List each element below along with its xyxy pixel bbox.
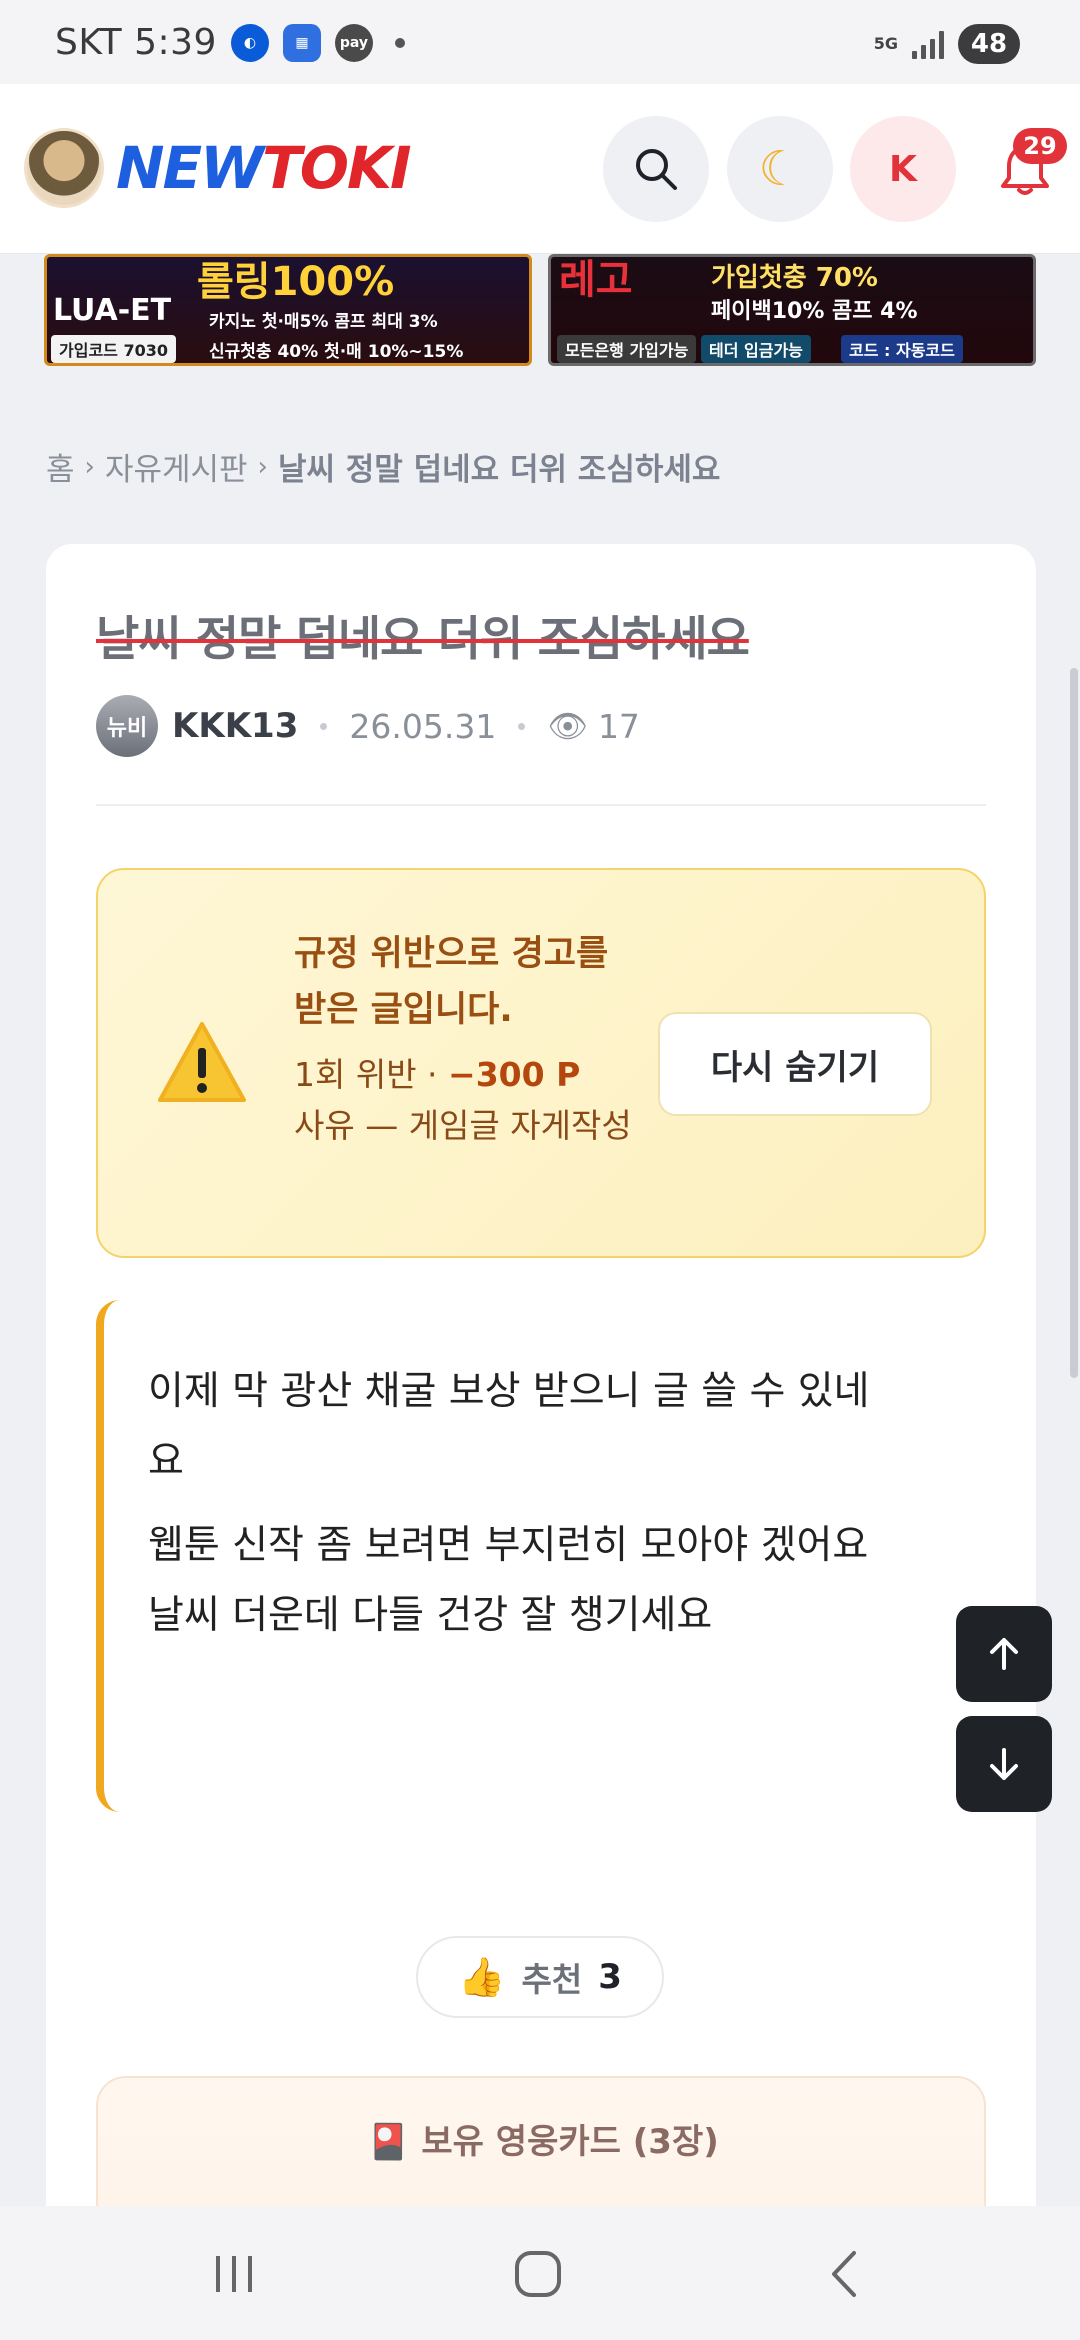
logo-mascot-icon[interactable]	[24, 128, 104, 208]
app-notification-icon: ◐	[230, 23, 269, 62]
notification-badge: 29	[1013, 128, 1067, 164]
arrow-down-icon	[990, 1748, 1018, 1780]
hero-cards-title: 🎴 보유 영웅카드 (3장)	[367, 2122, 719, 2162]
newbie-badge: 뉴비	[96, 695, 158, 757]
recommend-button[interactable]: 👍 추천 3	[416, 1936, 664, 2018]
view-count: 👁 17	[547, 707, 640, 746]
view-count-value: 17	[597, 706, 640, 746]
back-button[interactable]	[816, 2246, 872, 2302]
eye-icon: 👁	[547, 707, 588, 745]
post-title: 날씨 정말 덥네요 더위 조심하세요	[96, 612, 750, 667]
breadcrumb: 홈 › 자유게시판 › 날씨 정말 덥네요 더위 조심하세요	[46, 444, 720, 489]
recent-apps-icon	[216, 2256, 252, 2292]
network-type: 5G	[873, 34, 898, 53]
content-line: 웹툰 신작 좀 보려면 부지런히 모아야 겠어요	[148, 1523, 869, 1568]
violation-reason: 사유 — 게임글 자게작성	[294, 1106, 632, 1145]
scroll-bottom-button[interactable]	[956, 1716, 1052, 1812]
author-name[interactable]: KKK13	[172, 706, 298, 746]
recommend-label: 추천	[521, 1960, 583, 1999]
dark-mode-toggle[interactable]: ☾	[727, 116, 833, 222]
content-line: 날씨 더운데 다들 건강 잘 챙기세요	[148, 1593, 713, 1638]
more-notifications-icon	[394, 37, 405, 48]
site-logo[interactable]: NEWTOKI	[116, 134, 412, 202]
post-card: 날씨 정말 덥네요 더위 조심하세요 뉴비 KKK13 26.05.31 👁 1…	[46, 544, 1036, 2340]
ad-banner-left[interactable]: 롤링100% LUA-ET 카지노 첫·매5% 콤프 최대 3% 신규첫충 40…	[44, 254, 532, 366]
ad-banner-right[interactable]: 레고 가입첫충 70% 페이백10% 콤프 4% 모든은행 가입가능 테더 입금…	[548, 254, 1036, 366]
arrow-up-icon	[990, 1638, 1018, 1670]
chevron-right-icon: ›	[84, 451, 95, 482]
content-line: 요	[148, 1439, 184, 1484]
recommend-count: 3	[598, 1957, 622, 1997]
moon-icon: ☾	[758, 141, 802, 197]
breadcrumb-home[interactable]: 홈	[46, 444, 75, 489]
breadcrumb-current: 날씨 정말 덥네요 더위 조심하세요	[277, 452, 721, 488]
battery-indicator: 48	[958, 24, 1020, 64]
city-app-icon: ▦	[282, 23, 321, 62]
hide-again-button[interactable]: 다시 숨기기	[658, 1012, 932, 1116]
scroll-top-button[interactable]	[956, 1606, 1052, 1702]
post-content: 이제 막 광산 채굴 보상 받으니 글 쓸 수 있네 요 웹툰 신작 좀 보려면…	[96, 1300, 986, 1812]
search-icon	[636, 149, 677, 190]
status-time: SKT 5:39	[55, 22, 217, 63]
warning-notice: 규정 위반으로 경고를 받은 글입니다. 1회 위반 · −300 P 사유 —…	[96, 868, 986, 1258]
system-nav-bar	[0, 2206, 1080, 2340]
post-date: 26.05.31	[349, 706, 497, 746]
pay-icon: pay	[334, 23, 373, 62]
site-header: NEWTOKI ☾ K 29	[0, 84, 1080, 254]
signal-icon	[912, 29, 944, 59]
penalty-points: −300 P	[448, 1055, 581, 1094]
user-profile-button[interactable]: K	[850, 116, 956, 222]
back-icon	[832, 2251, 856, 2297]
page-scrollbar[interactable]	[1070, 668, 1078, 1378]
divider	[96, 804, 986, 806]
home-button[interactable]	[510, 2246, 566, 2302]
ad-banners: 롤링100% LUA-ET 카지노 첫·매5% 콤프 최대 3% 신규첫충 40…	[44, 254, 1036, 366]
warning-title: 규정 위반으로 경고를 받은 글입니다.	[294, 934, 609, 1030]
post-meta: 뉴비 KKK13 26.05.31 👁 17	[96, 694, 640, 758]
thumbs-up-icon: 👍	[458, 1954, 506, 1999]
violation-info: 1회 위반 · −300 P	[294, 1055, 581, 1094]
search-button[interactable]	[603, 116, 709, 222]
breadcrumb-board[interactable]: 자유게시판	[105, 444, 248, 489]
recent-apps-button[interactable]	[206, 2246, 262, 2302]
warning-icon	[158, 1022, 246, 1102]
user-initial: K	[889, 148, 917, 190]
status-bar: SKT 5:39 ◐ ▦ pay 5G 48	[0, 0, 1080, 84]
separator-dot	[518, 722, 526, 730]
home-icon	[515, 2251, 561, 2297]
separator-dot	[320, 722, 328, 730]
content-line: 이제 막 광산 채굴 보상 받으니 글 쓸 수 있네	[148, 1369, 870, 1414]
chevron-right-icon: ›	[257, 451, 268, 482]
